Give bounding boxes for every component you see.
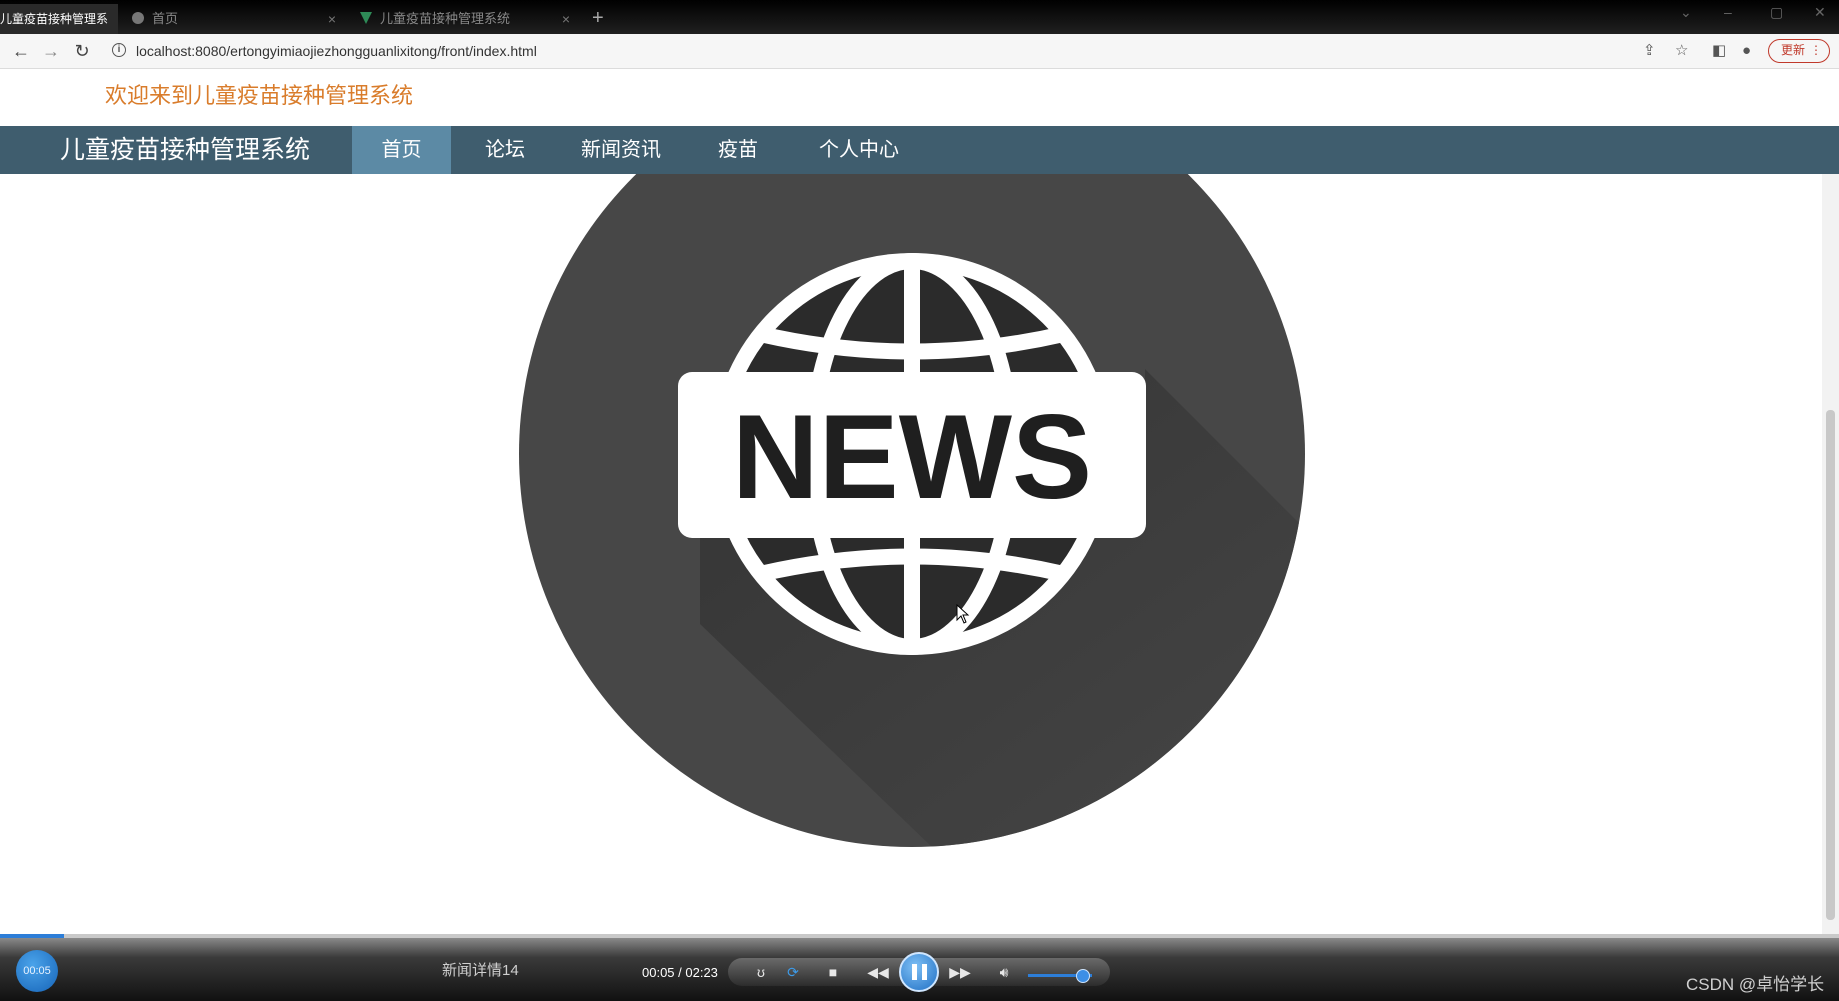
- close-tab-icon[interactable]: ×: [328, 4, 336, 34]
- site-title[interactable]: 儿童疫苗接种管理系统: [60, 126, 310, 174]
- browser-tab-home[interactable]: 首页 ×: [124, 4, 346, 34]
- mouse-cursor-icon: [956, 604, 970, 624]
- video-title: 新闻详情14: [442, 962, 519, 979]
- browser-address-bar: ← → ↻ i localhost:8080/ertongyimiaojiezh…: [0, 34, 1839, 69]
- loop-icon[interactable]: ⟳: [784, 963, 802, 981]
- pause-button[interactable]: [899, 952, 939, 992]
- browser-tab-bar: 儿童疫苗接种管理系统 首页 × 儿童疫苗接种管理系统 × + ⌄ – ▢ ✕: [0, 0, 1839, 56]
- pause-icon: [912, 964, 917, 980]
- maximize-icon[interactable]: ▢: [1770, 4, 1783, 21]
- video-progress-fill: [0, 934, 65, 938]
- speed-icon[interactable]: ʊ: [752, 963, 770, 981]
- fast-forward-icon[interactable]: ▶▶: [948, 963, 972, 981]
- time-display: 00:05 / 02:23: [642, 965, 718, 980]
- volume-icon[interactable]: 🔊︎: [994, 963, 1014, 981]
- menu-icon[interactable]: ⋮: [1810, 40, 1822, 61]
- watermark-text: CSDN @卓怡学长: [1686, 975, 1825, 994]
- tab-title: 首页: [152, 11, 179, 26]
- globe-icon: [132, 12, 144, 24]
- nav-item-vaccine[interactable]: 疫苗: [694, 126, 782, 174]
- info-icon[interactable]: i: [112, 43, 126, 57]
- browser-tab-system[interactable]: 儿童疫苗接种管理系统 ×: [352, 4, 580, 34]
- update-label: 更新: [1781, 43, 1806, 57]
- forward-icon[interactable]: →: [40, 40, 62, 62]
- tab-title: 儿童疫苗接种管理系统: [380, 11, 511, 26]
- new-tab-button[interactable]: +: [592, 4, 604, 32]
- chevron-down-icon[interactable]: ⌄: [1680, 4, 1692, 21]
- nav-item-home[interactable]: 首页: [352, 126, 451, 174]
- back-icon[interactable]: ←: [10, 40, 32, 62]
- reload-icon[interactable]: ↻: [71, 40, 93, 62]
- video-player-bar: 00:05 新闻详情14 00:05 / 02:23 ʊ ⟳ ■ ◀◀ ▶▶ 🔊…: [0, 934, 1839, 1001]
- star-icon[interactable]: ☆: [1675, 42, 1688, 60]
- sidepanel-icon[interactable]: ◧: [1712, 42, 1726, 60]
- current-time-bubble: 00:05: [16, 950, 58, 992]
- rewind-icon[interactable]: ◀◀: [866, 963, 890, 981]
- share-icon[interactable]: ⇪: [1643, 42, 1656, 60]
- close-window-icon[interactable]: ✕: [1814, 4, 1826, 21]
- video-progress-track[interactable]: [0, 934, 1839, 938]
- nav-item-news[interactable]: 新闻资讯: [568, 126, 674, 174]
- news-detail-content: NEWS: [0, 174, 1822, 934]
- scrollbar-thumb[interactable]: [1826, 410, 1835, 920]
- update-button[interactable]: 更新 ⋮: [1768, 39, 1830, 63]
- news-banner-text: NEWS: [732, 390, 1092, 524]
- url-field[interactable]: localhost:8080/ertongyimiaojiezhongguanl…: [136, 41, 537, 61]
- browser-tab-active[interactable]: 儿童疫苗接种管理系统: [0, 4, 118, 56]
- profile-icon[interactable]: ●: [1742, 42, 1751, 60]
- nav-item-forum[interactable]: 论坛: [460, 126, 550, 174]
- news-banner-image: NEWS: [519, 174, 1305, 847]
- pause-icon-bar: [922, 964, 927, 980]
- close-tab-icon[interactable]: ×: [562, 4, 570, 34]
- stop-icon[interactable]: ■: [824, 963, 842, 981]
- vue-icon: [360, 12, 372, 24]
- welcome-text: 欢迎来到儿童疫苗接种管理系统: [105, 83, 414, 108]
- main-navbar: 儿童疫苗接种管理系统 首页 论坛 新闻资讯 疫苗 个人中心: [0, 126, 1839, 174]
- minimize-icon[interactable]: –: [1724, 4, 1732, 20]
- nav-item-personal-center[interactable]: 个人中心: [800, 126, 918, 174]
